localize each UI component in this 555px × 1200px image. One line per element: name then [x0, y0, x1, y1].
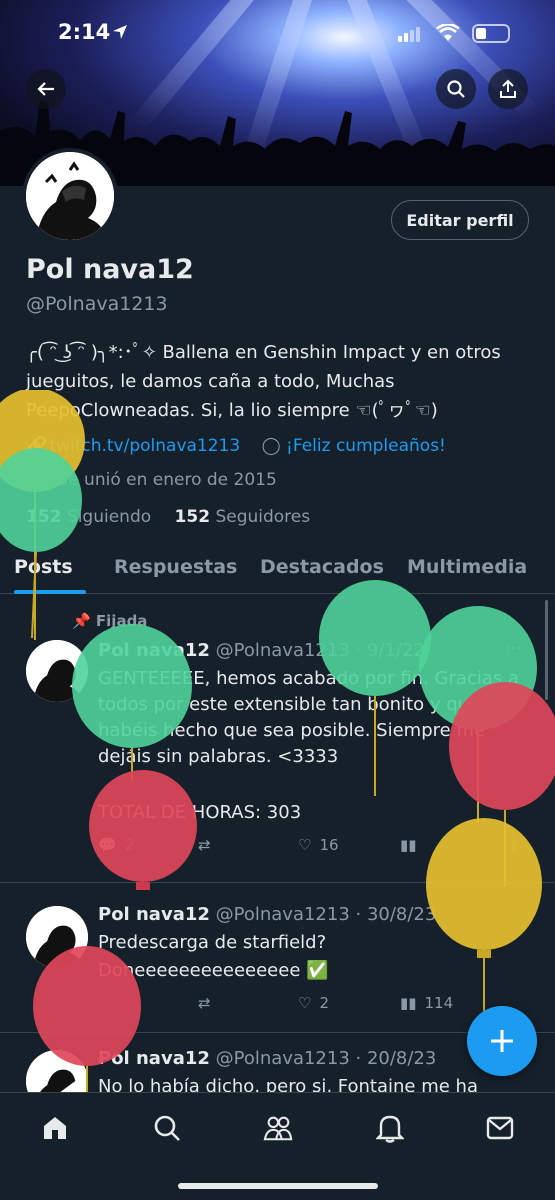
- like-button[interactable]: ♡ 2: [298, 994, 329, 1012]
- wifi-icon: [436, 24, 460, 41]
- communities-icon: [263, 1116, 293, 1141]
- battery-icon: [472, 24, 510, 43]
- views-icon: ▮▮: [400, 836, 417, 854]
- back-arrow-icon: [37, 82, 54, 96]
- post-meta: @Polnava1213 · 30/8/23: [215, 904, 437, 925]
- heart-icon: ♡: [298, 836, 312, 854]
- heart-icon: ♡: [298, 994, 312, 1012]
- balloon-red: [33, 946, 141, 1094]
- bell-icon: [376, 1115, 404, 1143]
- post-author-name[interactable]: Pol nava12: [98, 904, 210, 925]
- status-time: 2:14: [58, 20, 111, 44]
- repost-button[interactable]: ⇄: [198, 994, 211, 1012]
- search-icon: [447, 80, 465, 98]
- repost-icon: ⇄: [198, 836, 211, 854]
- nav-messages[interactable]: [485, 1113, 515, 1143]
- views-icon: ▮▮: [400, 994, 417, 1012]
- edit-profile-button[interactable]: Editar perfil: [391, 200, 529, 240]
- balloon-green: [72, 624, 192, 780]
- like-count: 16: [319, 836, 339, 854]
- tab-media[interactable]: Multimedia: [407, 556, 527, 578]
- tab-replies[interactable]: Respuestas: [114, 556, 237, 578]
- repost-icon: ⇄: [198, 994, 211, 1012]
- back-button[interactable]: [26, 69, 66, 109]
- followers-count: 152: [174, 507, 211, 527]
- profile-handle: @Polnava1213: [26, 293, 168, 315]
- profile-bio: ╭( ͡ᵔ ͜ʖ ͡ᵔ )╮*:･ﾟ✧ Ballena en Genshin I…: [26, 342, 501, 421]
- balloon-green: [319, 580, 431, 796]
- home-icon: [44, 1117, 66, 1139]
- mail-icon: [486, 1116, 514, 1140]
- nav-home[interactable]: [40, 1113, 70, 1143]
- repost-button[interactable]: ⇄: [198, 836, 211, 854]
- like-count: 2: [319, 994, 329, 1012]
- profile-avatar[interactable]: [22, 148, 118, 244]
- followers-label: Seguidores: [215, 507, 311, 527]
- like-button[interactable]: ♡ 16: [298, 836, 339, 854]
- profile-name: Pol nava12: [26, 254, 194, 285]
- post-header: Pol nava12 @Polnava1213 · 30/8/23: [98, 904, 436, 925]
- tab-highlights[interactable]: Destacados: [260, 556, 384, 578]
- plus-icon: [491, 1030, 513, 1052]
- nav-search[interactable]: [152, 1113, 182, 1143]
- nav-communities[interactable]: [263, 1113, 293, 1143]
- status-bar: 2:14: [0, 0, 555, 64]
- share-button[interactable]: [488, 69, 528, 109]
- nav-notifications[interactable]: [375, 1113, 405, 1143]
- balloon-icon: ◯: [261, 436, 281, 456]
- post-meta: @Polnava1213 · 20/8/23: [215, 1048, 437, 1069]
- compose-button[interactable]: [467, 1006, 537, 1076]
- post-header: Pol nava12 @Polnava1213 · 20/8/23: [98, 1048, 436, 1069]
- search-button[interactable]: [436, 69, 476, 109]
- joined-date: Se unió en enero de 2015: [57, 470, 277, 490]
- share-icon: [500, 79, 516, 98]
- birthday-link[interactable]: ¡Feliz cumpleaños!: [286, 436, 446, 456]
- balloon-red: [89, 770, 197, 890]
- signal-icon: [398, 27, 420, 42]
- location-arrow-icon: [113, 25, 127, 39]
- balloon-yellow: [426, 818, 542, 1016]
- post-text: No lo había dicho, pero si, Fontaine me …: [98, 1076, 478, 1092]
- balloon-green: [0, 448, 82, 639]
- followers-link[interactable]: 152 Seguidores: [175, 507, 311, 527]
- search-icon: [154, 1115, 180, 1141]
- views-button[interactable]: ▮▮: [400, 836, 417, 854]
- home-indicator: [178, 1183, 378, 1189]
